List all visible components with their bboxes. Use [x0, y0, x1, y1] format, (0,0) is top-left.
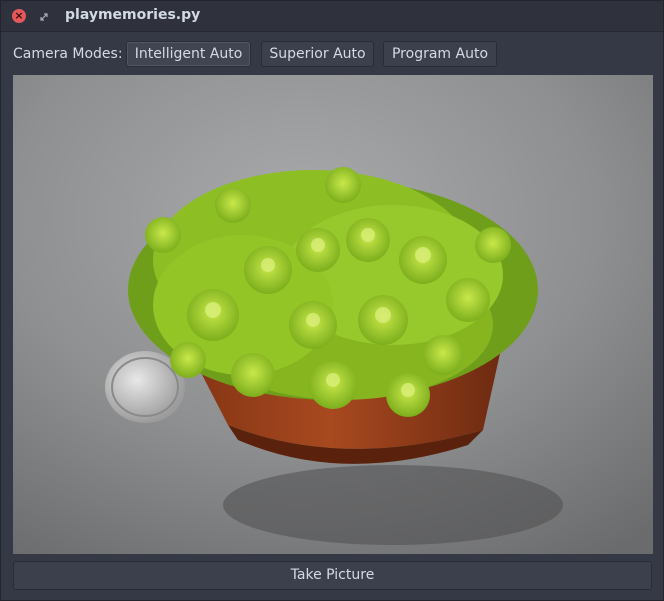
- titlebar[interactable]: × playmemories.py: [1, 1, 663, 32]
- close-button[interactable]: ×: [12, 9, 26, 23]
- app-window: × playmemories.py Camera Modes: Intellig…: [0, 0, 664, 601]
- camera-preview-image: [13, 75, 653, 554]
- maximize-icon: [40, 13, 48, 21]
- maximize-button[interactable]: [37, 9, 51, 23]
- camera-modes-toolbar: Camera Modes: Intelligent Auto Superior …: [1, 40, 663, 70]
- camera-preview: [13, 75, 653, 554]
- close-icon: ×: [14, 9, 24, 22]
- window-title: playmemories.py: [65, 7, 201, 23]
- mode-button-intelligent-auto[interactable]: Intelligent Auto: [126, 41, 251, 67]
- take-picture-button[interactable]: Take Picture: [13, 561, 652, 590]
- mode-button-superior-auto[interactable]: Superior Auto: [261, 41, 374, 67]
- mode-button-program-auto[interactable]: Program Auto: [383, 41, 497, 67]
- camera-modes-label: Camera Modes:: [13, 46, 123, 62]
